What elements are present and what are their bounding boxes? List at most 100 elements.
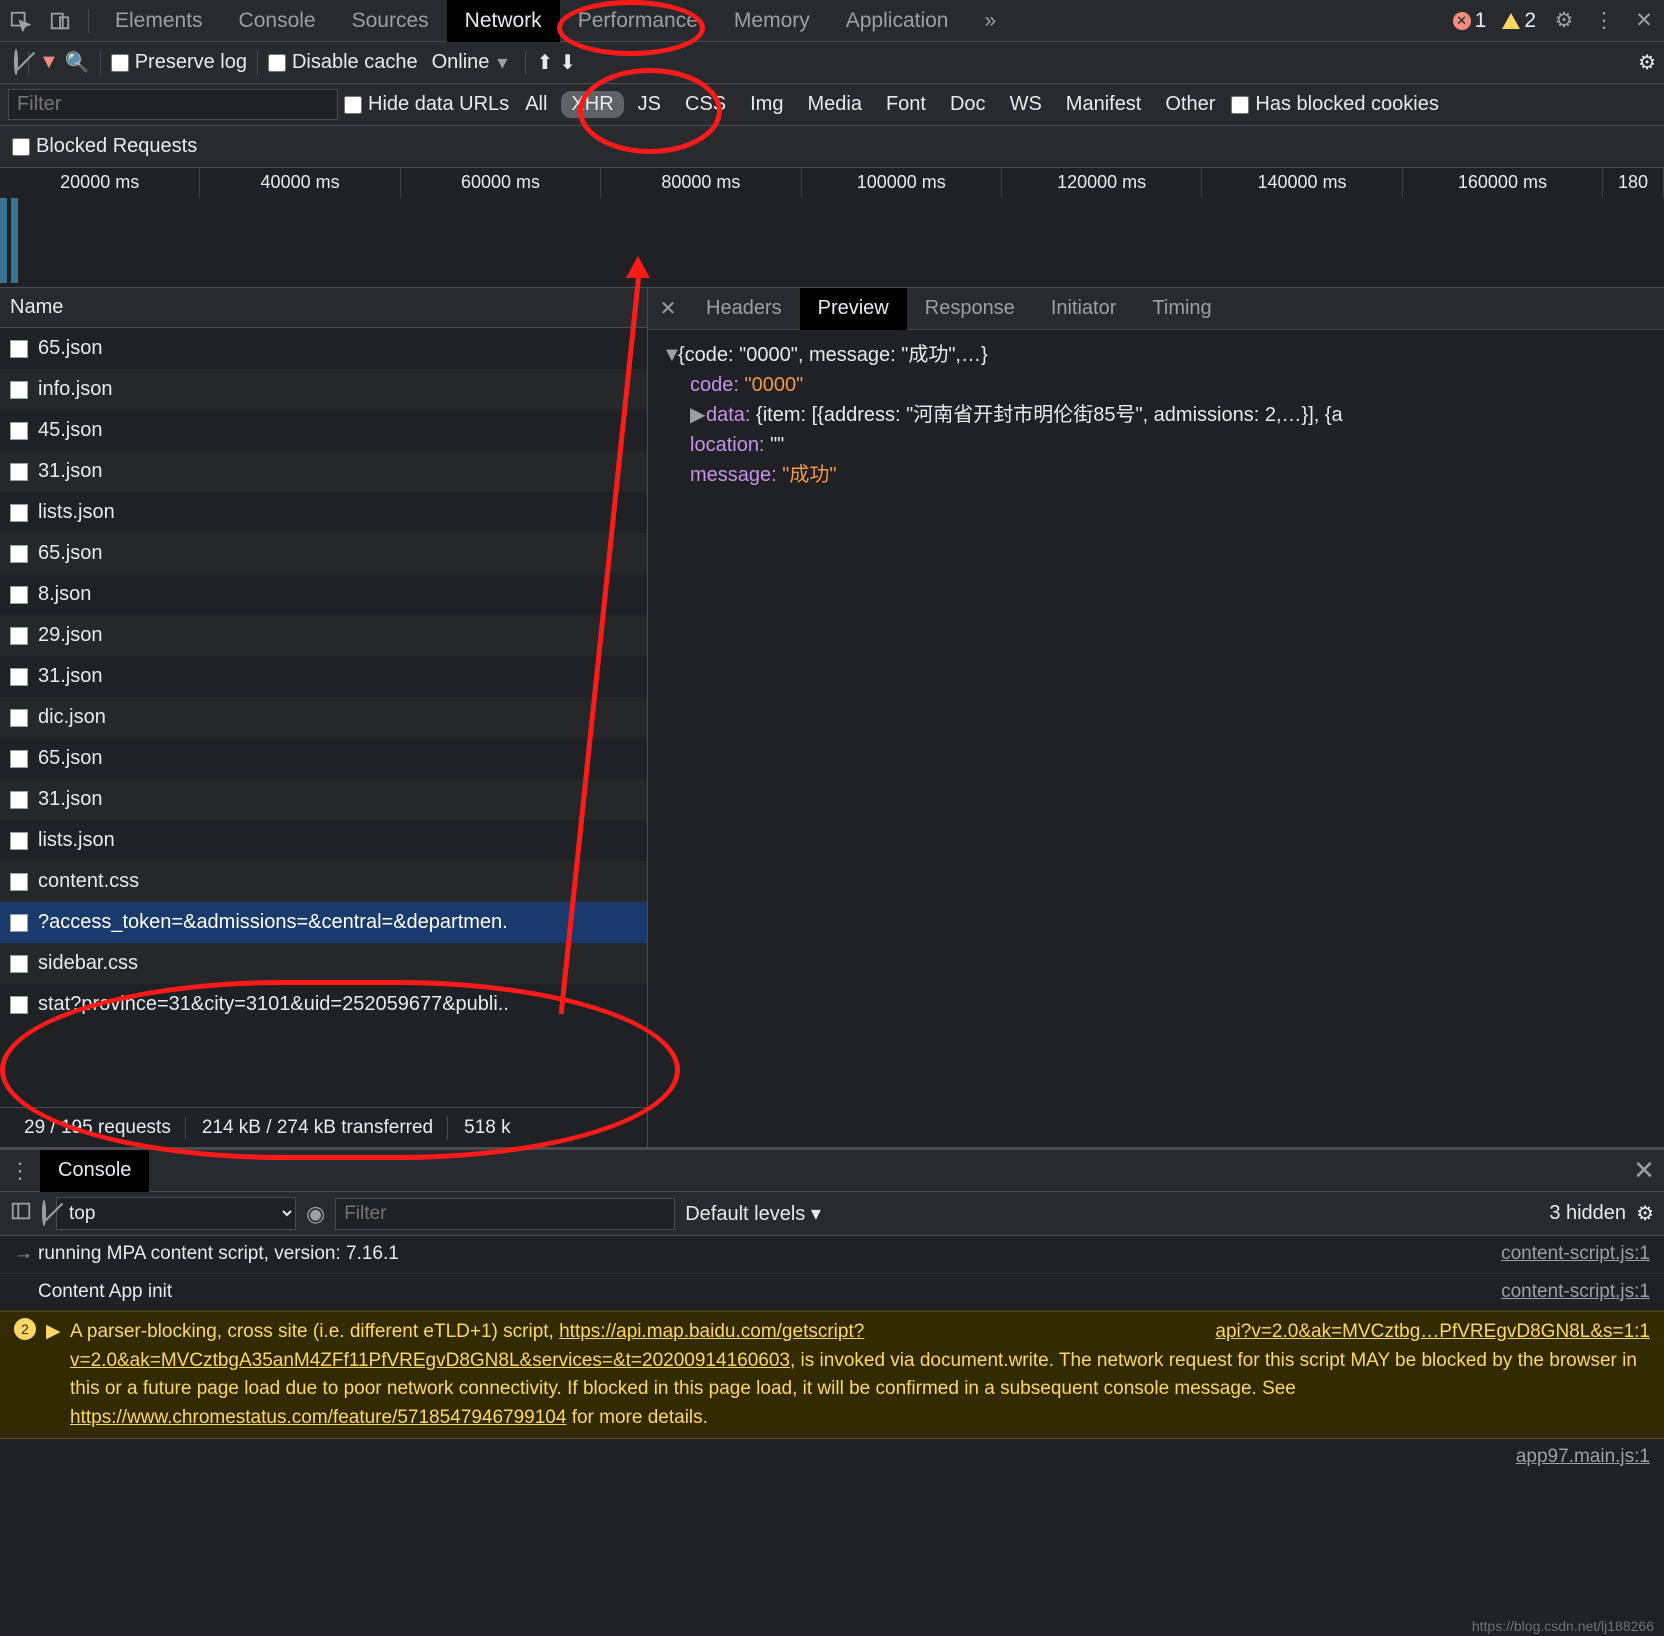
dtab-headers[interactable]: Headers — [688, 288, 800, 330]
chip-all[interactable]: All — [515, 91, 557, 118]
request-row[interactable]: stat?province=31&city=3101&uid=252059677… — [0, 984, 647, 1025]
search-icon[interactable]: 🔍 — [65, 50, 90, 75]
json-value: "成功" — [782, 464, 836, 486]
drawer-close-icon[interactable]: ✕ — [1624, 1155, 1664, 1186]
request-name: sidebar.css — [38, 952, 138, 975]
chip-img[interactable]: Img — [740, 91, 793, 118]
file-icon — [10, 955, 28, 973]
json-value: "" — [770, 434, 784, 456]
warning-count[interactable]: 2 — [1494, 9, 1544, 33]
tab-sources[interactable]: Sources — [334, 0, 447, 42]
console-source-link[interactable]: api?v=2.0&ak=MVCztbg…PfVREgvD8GN8L&s=1:1 — [1215, 1321, 1650, 1342]
preview-body[interactable]: ▼{code: "0000", message: "成功",…} code: "… — [648, 330, 1664, 1147]
chip-xhr[interactable]: XHR — [561, 91, 623, 118]
preserve-log-checkbox[interactable]: Preserve log — [111, 51, 247, 74]
kebab-menu-icon[interactable]: ⋮ — [1584, 0, 1624, 42]
request-row[interactable]: sidebar.css — [0, 943, 647, 984]
dtab-response[interactable]: Response — [907, 288, 1033, 330]
chip-manifest[interactable]: Manifest — [1056, 91, 1152, 118]
request-row[interactable]: 31.json — [0, 451, 647, 492]
name-column-header[interactable]: Name — [0, 288, 647, 328]
chip-css[interactable]: CSS — [675, 91, 736, 118]
device-toggle-icon[interactable] — [40, 0, 80, 42]
request-row[interactable]: dic.json — [0, 697, 647, 738]
network-settings-icon[interactable]: ⚙ — [1638, 50, 1656, 75]
json-value: {item: [{address: "河南省开封市明伦街85号", admiss… — [756, 404, 1343, 426]
drawer-tab-console[interactable]: Console — [40, 1150, 149, 1192]
download-har-icon[interactable]: ⬇ — [559, 50, 576, 75]
chip-font[interactable]: Font — [876, 91, 936, 118]
throttle-select[interactable]: Online▾ — [424, 50, 516, 75]
request-row[interactable]: 65.json — [0, 533, 647, 574]
console-levels-select[interactable]: Default levels ▾ — [685, 1201, 821, 1226]
upload-har-icon[interactable]: ⬆ — [536, 50, 553, 75]
chip-js[interactable]: JS — [628, 91, 671, 118]
chip-media[interactable]: Media — [797, 91, 871, 118]
dtab-initiator[interactable]: Initiator — [1033, 288, 1135, 330]
status-resources: 518 k — [450, 1117, 524, 1139]
throttle-value: Online — [432, 51, 490, 74]
hide-data-urls-checkbox[interactable]: Hide data URLs — [344, 93, 509, 116]
console-source-link[interactable]: content-script.js:1 — [1501, 1240, 1650, 1269]
console-settings-icon[interactable]: ⚙ — [1636, 1201, 1654, 1226]
blocked-requests-checkbox[interactable]: Blocked Requests — [12, 135, 197, 158]
request-row[interactable]: 8.json — [0, 574, 647, 615]
status-requests: 29 / 195 requests — [10, 1117, 186, 1139]
console-line: → running MPA content script, version: 7… — [0, 1236, 1664, 1274]
disable-cache-checkbox[interactable]: Disable cache — [268, 51, 418, 74]
tab-elements[interactable]: Elements — [97, 0, 221, 42]
close-detail-icon[interactable]: ✕ — [648, 296, 688, 321]
json-value: "0000" — [745, 374, 804, 396]
file-icon — [10, 668, 28, 686]
request-row[interactable]: 29.json — [0, 615, 647, 656]
console-source-link[interactable]: app97.main.js:1 — [1516, 1443, 1650, 1472]
tab-application[interactable]: Application — [828, 0, 967, 42]
inspect-icon[interactable] — [0, 0, 40, 42]
settings-icon[interactable]: ⚙ — [1544, 0, 1584, 42]
network-filter-input[interactable] — [8, 89, 338, 120]
tab-console[interactable]: Console — [221, 0, 334, 42]
tab-memory[interactable]: Memory — [716, 0, 828, 42]
console-source-link[interactable]: content-script.js:1 — [1501, 1278, 1650, 1307]
tab-overflow[interactable]: » — [966, 0, 1014, 42]
console-sidebar-toggle-icon[interactable] — [10, 1200, 32, 1228]
dtab-timing[interactable]: Timing — [1134, 288, 1229, 330]
request-name: info.json — [38, 378, 113, 401]
has-blocked-cookies-checkbox[interactable]: Has blocked cookies — [1231, 93, 1438, 116]
request-row[interactable]: 45.json — [0, 410, 647, 451]
chip-other[interactable]: Other — [1155, 91, 1225, 118]
dtab-preview[interactable]: Preview — [800, 288, 907, 330]
request-row[interactable]: ?access_token=&admissions=&central=&depa… — [0, 902, 647, 943]
request-name: 65.json — [38, 747, 103, 770]
timeline-tick: 40000 ms — [200, 168, 400, 198]
request-row[interactable]: info.json — [0, 369, 647, 410]
chip-ws[interactable]: WS — [1000, 91, 1052, 118]
filter-toggle-icon[interactable]: ▼ — [39, 51, 59, 74]
warn-link[interactable]: https://www.chromestatus.com/feature/571… — [70, 1407, 566, 1428]
console-line: app97.main.js:1 — [0, 1439, 1664, 1476]
request-row[interactable]: 31.json — [0, 779, 647, 820]
console-clear-icon[interactable] — [42, 1202, 46, 1225]
network-timeline[interactable]: 20000 ms 40000 ms 60000 ms 80000 ms 1000… — [0, 168, 1664, 288]
tab-network[interactable]: Network — [447, 0, 560, 42]
console-context-select[interactable]: top — [56, 1197, 296, 1230]
error-count[interactable]: ✕1 — [1445, 9, 1495, 33]
request-row[interactable]: 65.json — [0, 738, 647, 779]
console-filter-input[interactable] — [335, 1198, 675, 1230]
json-key: code: — [690, 374, 739, 396]
timeline-tick: 120000 ms — [1002, 168, 1202, 198]
console-hidden-count[interactable]: 3 hidden — [1549, 1202, 1626, 1225]
request-row[interactable]: lists.json — [0, 820, 647, 861]
request-row[interactable]: 31.json — [0, 656, 647, 697]
request-row[interactable]: 65.json — [0, 328, 647, 369]
request-row[interactable]: content.css — [0, 861, 647, 902]
clear-button[interactable] — [14, 51, 18, 74]
request-name: 29.json — [38, 624, 103, 647]
drawer-menu-icon[interactable]: ⋮ — [0, 1158, 40, 1184]
chip-doc[interactable]: Doc — [940, 91, 996, 118]
network-status-bar: 29 / 195 requests 214 kB / 274 kB transf… — [0, 1107, 647, 1147]
request-row[interactable]: lists.json — [0, 492, 647, 533]
tab-performance[interactable]: Performance — [560, 0, 716, 42]
live-expression-icon[interactable]: ◉ — [306, 1201, 325, 1227]
close-devtools-icon[interactable]: ✕ — [1624, 0, 1664, 42]
